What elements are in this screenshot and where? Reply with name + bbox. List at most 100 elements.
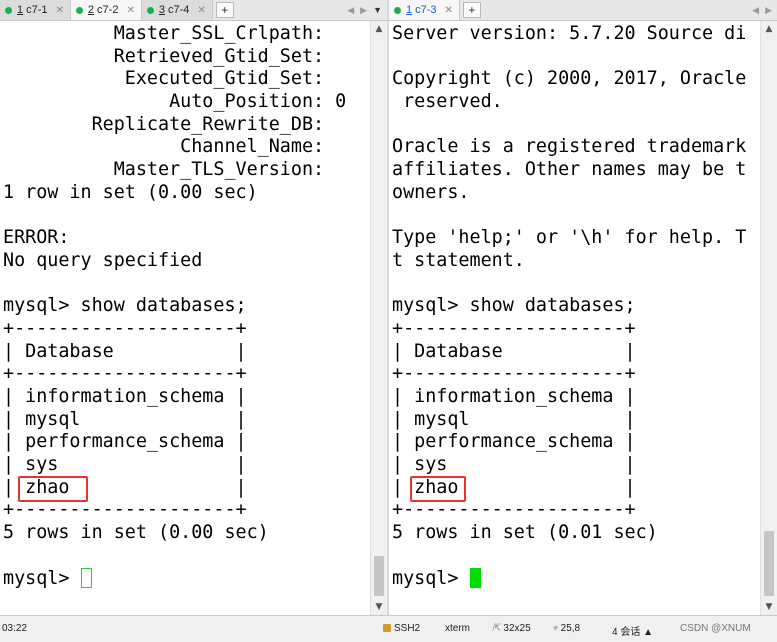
terminal-lines: Master_SSL_Crlpath: Retrieved_Gtid_Set: …: [3, 23, 346, 590]
terminal-line: t statement.: [392, 249, 525, 271]
scroll-down-icon[interactable]: ▼: [371, 599, 387, 615]
tab-label: c7-3: [415, 4, 437, 16]
terminal-line: 5 rows in set (0.01 sec): [392, 522, 658, 544]
terminal-line: Auto_Position: 0: [3, 91, 347, 113]
add-tab-button[interactable]: +: [462, 2, 481, 18]
terminal-line: reserved.: [392, 91, 503, 113]
terminal-line: mysql>: [392, 567, 746, 591]
tab-label: c7-1: [26, 4, 48, 16]
status-time: 03:22: [2, 623, 28, 634]
close-icon[interactable]: ✕: [56, 5, 64, 16]
terminal-line: | mysql |: [392, 408, 636, 430]
terminal-line: Retrieved_Gtid_Set:: [3, 45, 325, 67]
ssh-lock-icon: [383, 624, 391, 632]
left-scrollbar[interactable]: ▲ ▼: [370, 21, 387, 615]
terminal-line: +--------------------+: [3, 363, 247, 385]
right-scrollbar[interactable]: ▲ ▼: [760, 21, 777, 615]
terminal-line: | sys |: [3, 454, 247, 476]
right-tab-bar: 1 c7-3 ✕ + ◀ ▶: [389, 0, 777, 21]
terminal-line: 5 rows in set (0.00 sec): [3, 522, 269, 544]
terminal-line: Channel_Name:: [3, 136, 325, 158]
tab-menu-icon[interactable]: ▼: [373, 5, 382, 15]
connected-dot-icon: [5, 6, 12, 14]
tab-number: 1: [17, 4, 24, 16]
connected-dot-icon: [146, 6, 154, 14]
terminal-line: Type 'help;' or '\h' for help. T: [392, 227, 747, 249]
terminal-line: Master_SSL_Crlpath:: [3, 23, 325, 44]
terminal-line: | information_schema |: [3, 386, 247, 407]
tab-next-icon[interactable]: ▶: [360, 5, 367, 16]
connected-dot-icon: [394, 6, 401, 14]
status-size: ⇱ 32x25: [492, 623, 531, 634]
terminal-line: mysql> show databases;: [392, 295, 636, 317]
close-icon[interactable]: ✕: [445, 5, 453, 16]
terminal-line: Executed_Gtid_Set:: [3, 68, 325, 90]
left-terminal-output[interactable]: Master_SSL_Crlpath: Retrieved_Gtid_Set: …: [0, 21, 371, 615]
add-tab-button[interactable]: +: [215, 2, 234, 18]
tab-navigation: ◀ ▶ ▼: [347, 0, 387, 20]
zhao-highlight-box: [18, 476, 88, 502]
tab-c7-1[interactable]: 1 c7-1 ✕: [0, 0, 71, 20]
tab-number: 3: [158, 4, 165, 16]
terminal-line: | performance_schema |: [392, 431, 636, 453]
tab-prev-icon[interactable]: ◀: [347, 5, 354, 16]
close-icon[interactable]: ✕: [126, 5, 134, 16]
right-terminal-output[interactable]: Server version: 5.7.20 Source di Copyrigh…: [389, 21, 761, 615]
terminal-line: 1 row in set (0.00 sec): [3, 181, 258, 203]
scroll-up-icon[interactable]: ▲: [371, 21, 387, 37]
text-cursor: [80, 567, 92, 588]
status-bar: 03:22 SSH2 xterm ⇱ 32x25 ⌖ 25,8 4 会话 ▲ CSD…: [0, 615, 777, 642]
terminal-line: mysql> show databases;: [3, 295, 247, 317]
tab-c7-4[interactable]: 3 c7-4 ✕: [141, 0, 213, 20]
terminal-line: +--------------------+: [392, 363, 636, 385]
tab-number: 2: [87, 4, 95, 16]
close-icon[interactable]: ✕: [197, 5, 205, 16]
terminal-lines: Server version: 5.7.20 Source di Copyrigh…: [392, 23, 746, 590]
tab-label: c7-2: [97, 4, 119, 16]
watermark: CSDN @XNUM: [680, 623, 751, 634]
terminal-line: Oracle is a registered trademark: [392, 136, 747, 158]
position-icon: ⌖: [552, 623, 558, 634]
tab-next-icon[interactable]: ▶: [765, 5, 772, 16]
scroll-thumb[interactable]: [374, 556, 384, 596]
text-cursor: [469, 567, 481, 588]
status-protocol: SSH2: [383, 623, 420, 634]
left-terminal-pane: 1 c7-1 ✕ 2 c7-2 ✕ 3 c7-4 ✕ + ◀ ▶ ▼ Maste…: [0, 0, 387, 615]
status-sessions[interactable]: 4 会话 ▲: [612, 623, 653, 638]
status-terminal-type: xterm: [445, 623, 470, 634]
terminal-line: | sys |: [392, 454, 636, 476]
terminal-line: +--------------------+: [3, 499, 247, 521]
status-cursor-position: ⌖ 25,8: [552, 623, 581, 634]
scroll-up-icon[interactable]: ▲: [761, 21, 777, 37]
terminal-line: mysql>: [3, 567, 346, 591]
scroll-down-icon[interactable]: ▼: [761, 599, 777, 615]
terminal-line: Server version: 5.7.20 Source di: [392, 23, 747, 44]
terminal-line: ERROR:: [3, 227, 70, 249]
terminal-line: Copyright (c) 2000, 2017, Oracle: [392, 68, 747, 90]
left-tab-bar: 1 c7-1 ✕ 2 c7-2 ✕ 3 c7-4 ✕ + ◀ ▶ ▼: [0, 0, 387, 21]
scroll-thumb[interactable]: [764, 531, 774, 596]
terminal-line: +--------------------+: [392, 317, 636, 339]
terminal-line: | performance_schema |: [3, 431, 247, 453]
terminal-line: Replicate_Rewrite_DB:: [3, 113, 325, 135]
terminal-line: affiliates. Other names may be t: [392, 159, 747, 181]
terminal-line: No query specified: [3, 249, 203, 271]
tab-navigation: ◀ ▶: [752, 0, 777, 20]
terminal-line: | Database |: [392, 340, 636, 362]
zhao-highlight-box: [410, 476, 466, 502]
tab-c7-3[interactable]: 1 c7-3 ✕: [389, 0, 460, 20]
terminal-line: +--------------------+: [3, 317, 247, 339]
terminal-line: +--------------------+: [392, 499, 636, 521]
terminal-line: owners.: [392, 181, 470, 203]
terminal-line: | information_schema |: [392, 386, 636, 407]
tab-c7-2[interactable]: 2 c7-2 ✕: [70, 0, 142, 20]
tab-prev-icon[interactable]: ◀: [752, 5, 759, 16]
connected-dot-icon: [75, 6, 83, 14]
